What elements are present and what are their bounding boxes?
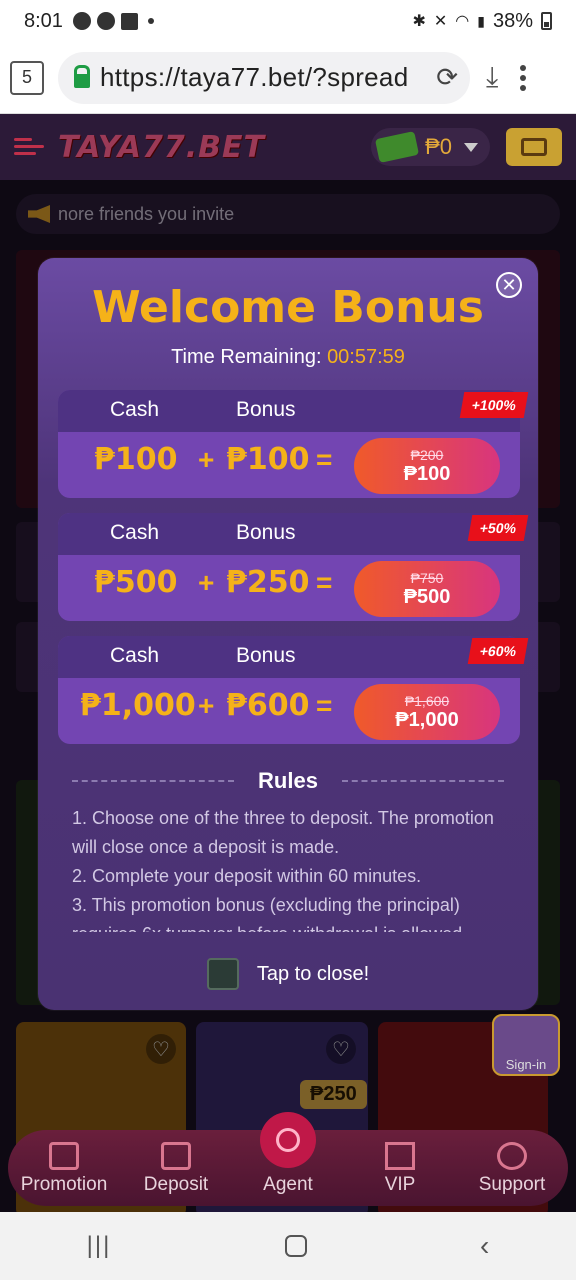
percent-badge: +50% <box>467 515 529 541</box>
deposit-pill-button[interactable]: ₱750 ₱500 <box>354 561 500 617</box>
cash-amount: ₱100 <box>94 442 178 477</box>
tap-to-close-label: Tap to close! <box>256 962 370 985</box>
nav-deposit-label: Deposit <box>143 1174 209 1195</box>
original-total: ₱750 <box>410 569 444 586</box>
agent-icon <box>276 1128 300 1152</box>
cash-icon <box>375 131 420 163</box>
site-header: TAYA77.BET ₱0 <box>0 114 576 180</box>
wallet-button[interactable] <box>506 128 562 166</box>
cash-label: Cash <box>110 644 160 667</box>
menu-icon[interactable] <box>14 136 44 158</box>
deposit-pill-button[interactable]: ₱1,600 ₱1,000 <box>354 684 500 740</box>
chevron-down-icon <box>464 142 478 152</box>
wifi-icon: ◠ <box>455 13 470 30</box>
equals-sign: = <box>316 444 333 475</box>
status-bar: 8:01 ✱ ✕ ◠ ▮ 38% <box>0 0 576 42</box>
gift-icon <box>49 1142 79 1170</box>
divider <box>342 780 504 782</box>
rule-item: 3. This promotion bonus (excluding the p… <box>72 895 467 932</box>
plus-sign: + <box>198 567 215 598</box>
time-value: 00:57:59 <box>327 346 405 368</box>
status-time: 8:01 <box>24 9 63 32</box>
percent-badge: +100% <box>459 392 529 418</box>
battery-icon <box>541 12 552 30</box>
tier-header: Cash Bonus +60% <box>58 636 529 678</box>
messenger-icon <box>72 12 91 30</box>
bonus-label: Bonus <box>236 644 296 667</box>
signal-icon: ▮ <box>477 12 485 29</box>
signin-button[interactable]: Sign-in <box>492 1014 560 1076</box>
rule-item: 2. Complete your deposit within 60 minut… <box>72 866 422 886</box>
support-icon <box>497 1142 527 1170</box>
download-icon[interactable]: ⤓ <box>486 61 498 94</box>
cash-amount: ₱1,000 <box>80 688 196 723</box>
lock-icon[interactable] <box>74 64 90 88</box>
url-text[interactable]: https://taya77.bet/?spread <box>100 62 432 93</box>
balance-selector[interactable]: ₱0 <box>371 128 490 166</box>
tab-switcher-button[interactable]: 5 <box>10 60 44 95</box>
tier-header: Cash Bonus +50% <box>58 513 529 555</box>
pay-amount: ₱1,000 <box>395 708 459 731</box>
nav-vip-label: VIP <box>384 1174 416 1195</box>
wallet-icon <box>161 1142 191 1170</box>
cash-amount: ₱500 <box>94 565 178 600</box>
time-label: Time Remaining: <box>171 346 322 368</box>
browser-menu-icon[interactable] <box>520 64 527 91</box>
site-logo[interactable]: TAYA77.BET <box>58 130 265 165</box>
nav-support[interactable]: Support <box>462 1142 562 1196</box>
battery-percent: 38% <box>492 9 533 32</box>
cash-label: Cash <box>110 398 160 421</box>
nav-vip[interactable]: VIP <box>350 1142 450 1196</box>
rules-list[interactable]: 1. Choose one of the three to deposit. T… <box>72 804 518 932</box>
nav-agent-label: Agent <box>263 1174 313 1195</box>
mute-icon: ✕ <box>433 13 448 30</box>
tap-to-close[interactable]: Tap to close! <box>38 958 538 990</box>
address-bar[interactable]: https://taya77.bet/?spread ⟳ <box>58 51 470 104</box>
messenger-icon <box>96 12 115 30</box>
original-total: ₱200 <box>410 446 444 463</box>
wallet-icon <box>521 138 547 156</box>
modal-title: Welcome Bonus <box>92 282 484 333</box>
plus-sign: + <box>198 690 215 721</box>
cash-label: Cash <box>110 521 160 544</box>
reload-icon[interactable]: ⟳ <box>436 62 458 93</box>
nav-promotion-label: Promotion <box>20 1174 108 1195</box>
equals-sign: = <box>316 690 333 721</box>
nav-deposit[interactable]: Deposit <box>126 1142 226 1196</box>
nav-promotion[interactable]: Promotion <box>14 1142 114 1196</box>
welcome-bonus-modal: ✕ Welcome Bonus Time Remaining: 00:57:59… <box>38 258 538 1010</box>
android-nav-bar: ||| ‹ <box>0 1212 576 1280</box>
rule-item: 1. Choose one of the three to deposit. T… <box>72 808 494 857</box>
back-icon[interactable]: ‹ <box>480 1230 489 1262</box>
bonus-tier-option[interactable]: Cash Bonus +50% ₱500 + ₱250 = ₱750 ₱500 <box>58 513 529 621</box>
time-remaining: Time Remaining: 00:57:59 <box>38 346 538 369</box>
bonus-label: Bonus <box>236 521 296 544</box>
bluetooth-icon: ✱ <box>412 13 426 30</box>
bonus-tier-option[interactable]: Cash Bonus +100% ₱100 + ₱100 = ₱200 ₱100 <box>58 390 529 498</box>
tap-to-close-checkbox[interactable] <box>206 958 239 990</box>
home-icon[interactable] <box>284 1235 307 1257</box>
pay-amount: ₱500 <box>403 585 451 608</box>
browser-toolbar: 5 https://taya77.bet/?spread ⟳ ⤓ <box>0 42 576 114</box>
notification-dot-icon <box>147 18 154 24</box>
bonus-tier-option[interactable]: Cash Bonus +60% ₱1,000 + ₱600 = ₱1,600 ₱… <box>58 636 529 744</box>
bonus-label: Bonus <box>236 398 296 421</box>
plus-sign: + <box>198 444 215 475</box>
pay-amount: ₱100 <box>403 462 451 485</box>
signin-label: Sign-in <box>505 1057 547 1072</box>
percent-badge: +60% <box>467 638 529 664</box>
equals-sign: = <box>316 567 333 598</box>
original-total: ₱1,600 <box>404 692 450 709</box>
facebook-icon <box>120 12 138 30</box>
deposit-pill-button[interactable]: ₱200 ₱100 <box>354 438 500 494</box>
crown-icon <box>385 1142 415 1170</box>
bonus-amount: ₱600 <box>226 688 310 723</box>
balance-value: ₱0 <box>425 134 452 159</box>
bonus-amount: ₱100 <box>226 442 310 477</box>
nav-support-label: Support <box>478 1174 546 1195</box>
bonus-amount: ₱250 <box>226 565 310 600</box>
agent-button[interactable] <box>260 1112 316 1168</box>
recents-icon[interactable]: ||| <box>87 1232 112 1260</box>
tier-header: Cash Bonus +100% <box>58 390 529 432</box>
